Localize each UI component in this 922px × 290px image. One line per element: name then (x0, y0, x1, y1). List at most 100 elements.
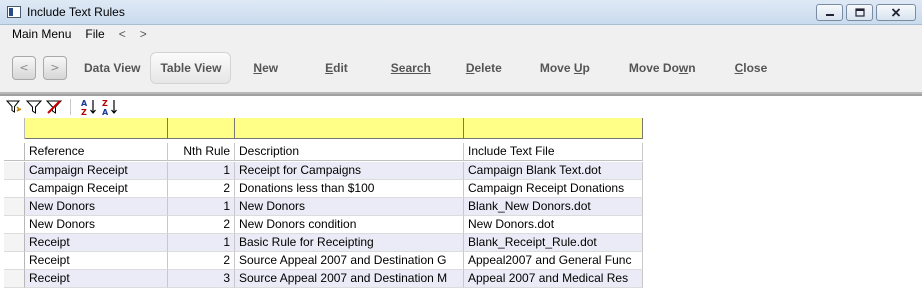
cell-reference[interactable]: Receipt (25, 234, 168, 252)
row-selector[interactable] (4, 162, 25, 180)
delete-accel: D (465, 60, 475, 75)
cell-reference[interactable]: Campaign Receipt (25, 180, 168, 198)
sort-descending-icon[interactable]: ZA (101, 98, 119, 116)
menu-back-arrow[interactable]: < (112, 27, 133, 41)
search-accel: S (390, 60, 399, 75)
new-button[interactable]: New (253, 52, 278, 84)
cell-reference[interactable]: New Donors (25, 198, 168, 216)
table-row[interactable]: Receipt 3 Source Appeal 2007 and Destina… (4, 270, 643, 288)
cell-nth-rule[interactable]: 1 (168, 162, 235, 180)
filter-include-text-file[interactable] (464, 118, 643, 139)
previous-record-button[interactable]: < (12, 55, 36, 80)
table-row[interactable]: New Donors 1 New Donors Blank_New Donors… (4, 198, 643, 216)
next-record-button[interactable]: > (43, 55, 67, 80)
row-selector[interactable] (4, 234, 25, 252)
cell-description[interactable]: Basic Rule for Receipting (235, 234, 464, 252)
cell-description[interactable]: New Donors condition (235, 216, 464, 234)
cell-reference[interactable]: New Donors (25, 216, 168, 234)
column-header-reference[interactable]: Reference (25, 143, 168, 161)
include-text-rules-window: Include Text Rules Main Menu File < > < … (0, 0, 922, 290)
svg-text:Z: Z (81, 108, 87, 116)
cell-description[interactable]: Donations less than $100 (235, 180, 464, 198)
table-header: Reference Nth Rule Description Include T… (4, 143, 643, 161)
cell-include-text-file[interactable]: Appeal 2007 and Medical Res (464, 270, 643, 288)
move-down-label-pre: Move Do (628, 60, 679, 75)
row-selector[interactable] (4, 270, 25, 288)
table-row[interactable]: Campaign Receipt 1 Receipt for Campaigns… (4, 162, 643, 180)
cell-description[interactable]: Receipt for Campaigns (235, 162, 464, 180)
close-icon (891, 8, 901, 17)
previous-icon: < (19, 61, 29, 74)
svg-text:A: A (81, 99, 88, 108)
cell-description[interactable]: Source Appeal 2007 and Destination G (235, 252, 464, 270)
close-window-button[interactable] (876, 4, 916, 21)
cell-nth-rule[interactable]: 1 (168, 234, 235, 252)
row-selector[interactable] (4, 252, 25, 270)
filter-sort-bar: AZ ZA (0, 96, 922, 118)
cell-nth-rule[interactable]: 2 (168, 180, 235, 198)
filter-row (4, 118, 643, 139)
auto-filter-icon[interactable] (5, 98, 23, 116)
header-row-selector (4, 143, 25, 161)
cell-include-text-file[interactable]: New Donors.dot (464, 216, 643, 234)
table-view-button[interactable]: Table View (150, 51, 232, 84)
edit-label: dit (333, 60, 348, 75)
cell-description[interactable]: Source Appeal 2007 and Destination M (235, 270, 464, 288)
cell-nth-rule[interactable]: 3 (168, 270, 235, 288)
table-row[interactable]: Receipt 2 Source Appeal 2007 and Destina… (4, 252, 643, 270)
data-view-button[interactable]: Data View (84, 52, 140, 84)
move-up-button[interactable]: Move Up (540, 52, 590, 84)
delete-button[interactable]: Delete (466, 52, 502, 84)
column-header-nth-rule[interactable]: Nth Rule (168, 143, 235, 161)
menu-bar: Main Menu File < > (0, 25, 922, 43)
svg-text:A: A (102, 108, 109, 116)
cell-reference[interactable]: Receipt (25, 270, 168, 288)
clear-filter-icon[interactable] (45, 98, 63, 116)
search-button[interactable]: Search (391, 52, 431, 84)
filter-description[interactable] (235, 118, 464, 139)
column-header-description[interactable]: Description (235, 143, 464, 161)
cell-include-text-file[interactable]: Campaign Blank Text.dot (464, 162, 643, 180)
column-header-include-text-file[interactable]: Include Text File (464, 143, 643, 161)
move-down-accel: w (678, 60, 689, 75)
menu-forward-arrow[interactable]: > (133, 27, 154, 41)
table-row[interactable]: Receipt 1 Basic Rule for Receipting Blan… (4, 234, 643, 252)
close-button[interactable]: Close (735, 52, 768, 84)
row-selector[interactable] (4, 216, 25, 234)
sort-ascending-icon[interactable]: AZ (80, 98, 98, 116)
close-accel: C (734, 60, 744, 75)
cell-reference[interactable]: Campaign Receipt (25, 162, 168, 180)
filter-reference[interactable] (25, 118, 168, 139)
minimize-icon (825, 13, 834, 16)
cell-include-text-file[interactable]: Campaign Receipt Donations (464, 180, 643, 198)
filter-nth-rule[interactable] (168, 118, 235, 139)
maximize-button[interactable] (846, 4, 873, 21)
cell-include-text-file[interactable]: Blank_Receipt_Rule.dot (464, 234, 643, 252)
maximize-icon (854, 8, 865, 17)
edit-accel: E (325, 60, 334, 75)
cell-include-text-file[interactable]: Appeal2007 and General Func (464, 252, 643, 270)
edit-button[interactable]: Edit (325, 52, 348, 84)
cell-nth-rule[interactable]: 2 (168, 216, 235, 234)
cell-description[interactable]: New Donors (235, 198, 464, 216)
search-label: earch (398, 60, 431, 75)
minimize-button[interactable] (816, 4, 843, 21)
cell-nth-rule[interactable]: 2 (168, 252, 235, 270)
table-row[interactable]: New Donors 2 New Donors condition New Do… (4, 216, 643, 234)
filter-icon[interactable] (25, 98, 43, 116)
row-selector[interactable] (4, 180, 25, 198)
table-row[interactable]: Campaign Receipt 2 Donations less than $… (4, 180, 643, 198)
cell-include-text-file[interactable]: Blank_New Donors.dot (464, 198, 643, 216)
svg-text:Z: Z (102, 99, 108, 108)
toolbar: < > Data View Table View New Edit Search… (0, 43, 922, 94)
move-up-label-pre: Move (539, 60, 574, 75)
move-up-accel: U (573, 60, 583, 75)
title-bar[interactable]: Include Text Rules (0, 0, 922, 25)
menu-main-menu[interactable]: Main Menu (0, 27, 78, 41)
cell-reference[interactable]: Receipt (25, 252, 168, 270)
cell-nth-rule[interactable]: 1 (168, 198, 235, 216)
row-selector[interactable] (4, 198, 25, 216)
menu-file[interactable]: File (78, 27, 111, 41)
filter-row-header (4, 118, 25, 139)
move-down-button[interactable]: Move Do w n (629, 52, 696, 84)
